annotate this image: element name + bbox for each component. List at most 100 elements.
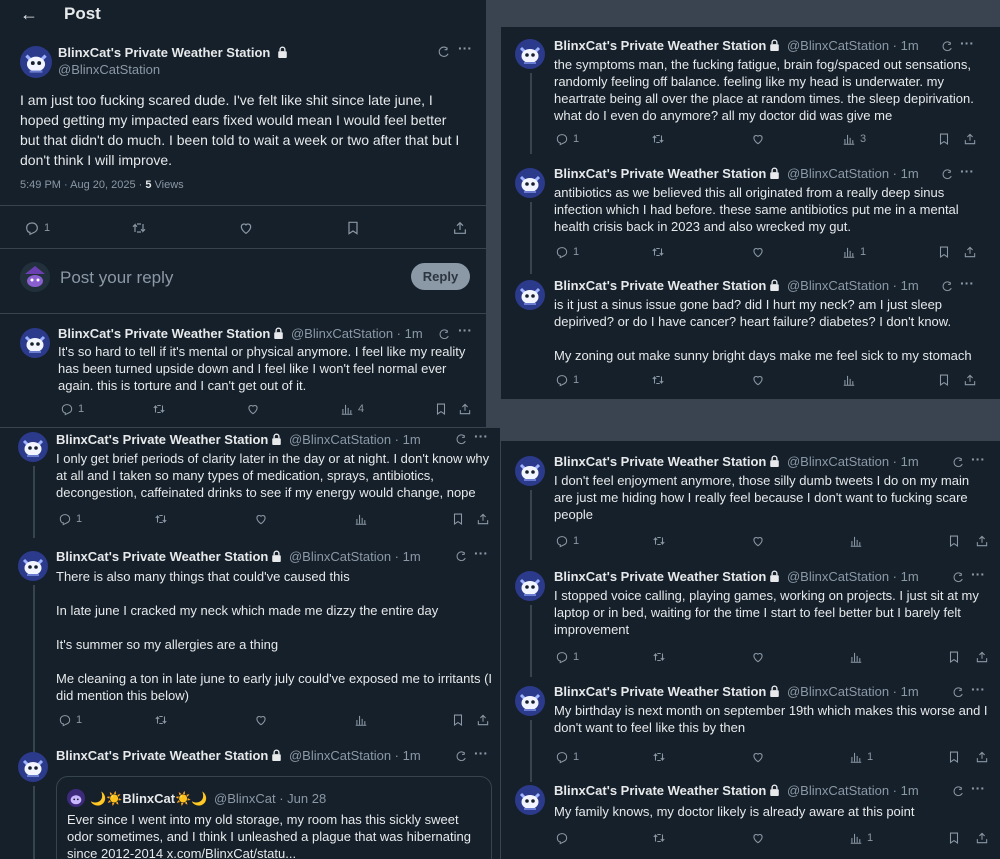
avatar[interactable]: [515, 785, 545, 815]
views-button[interactable]: 1: [849, 750, 873, 764]
reply-button[interactable]: 1: [58, 713, 82, 727]
like-button[interactable]: [751, 831, 765, 845]
grok-icon[interactable]: [941, 40, 954, 53]
more-icon[interactable]: ···: [971, 566, 985, 582]
views-button[interactable]: [849, 534, 863, 548]
repost-button[interactable]: [651, 245, 665, 259]
avatar[interactable]: [515, 571, 545, 601]
views-button[interactable]: 1: [849, 831, 873, 845]
avatar[interactable]: [515, 168, 545, 198]
views-button[interactable]: 1: [842, 245, 866, 259]
views-button[interactable]: [354, 713, 368, 727]
repost-button[interactable]: [152, 402, 166, 416]
reply-post[interactable]: BlinxCat's Private Weather Station @Blin…: [501, 680, 1000, 782]
reply-button[interactable]: 1: [555, 373, 579, 387]
share-button[interactable]: [975, 831, 989, 845]
author-handle[interactable]: @BlinxCatStation: [58, 62, 160, 77]
bookmark-button[interactable]: [434, 402, 448, 416]
reply-post[interactable]: BlinxCat's Private Weather Station @Blin…: [0, 745, 500, 859]
repost-button[interactable]: [154, 512, 168, 526]
reply-post[interactable]: BlinxCat's Private Weather Station @Blin…: [0, 428, 500, 538]
like-button[interactable]: [254, 512, 268, 526]
reply-button[interactable]: 1: [555, 650, 579, 664]
more-icon[interactable]: ···: [971, 681, 985, 697]
bookmark-button[interactable]: [947, 650, 961, 664]
share-button[interactable]: [963, 245, 977, 259]
reply-submit-button[interactable]: Reply: [411, 263, 470, 290]
avatar[interactable]: [20, 46, 52, 78]
avatar[interactable]: [18, 432, 48, 462]
like-button[interactable]: [751, 750, 765, 764]
bookmark-button[interactable]: [451, 512, 465, 526]
share-button[interactable]: [476, 713, 490, 727]
repost-button[interactable]: [131, 220, 147, 236]
grok-icon[interactable]: [952, 456, 965, 469]
more-icon[interactable]: ···: [960, 35, 974, 51]
reply-post[interactable]: BlinxCat's Private Weather Station @Blin…: [501, 441, 1000, 560]
bookmark-button[interactable]: [451, 713, 465, 727]
grok-icon[interactable]: [941, 280, 954, 293]
bookmark-button[interactable]: [937, 373, 951, 387]
reply-button[interactable]: 1: [58, 512, 82, 526]
reply-post[interactable]: BlinxCat's Private Weather Station @Blin…: [501, 779, 1000, 859]
repost-button[interactable]: [652, 750, 666, 764]
more-icon[interactable]: ···: [960, 275, 974, 291]
bookmark-button[interactable]: [937, 132, 951, 146]
grok-icon[interactable]: [941, 168, 954, 181]
grok-icon[interactable]: [952, 571, 965, 584]
more-icon[interactable]: ···: [474, 428, 488, 444]
more-icon[interactable]: ···: [458, 322, 472, 338]
grok-icon[interactable]: [952, 686, 965, 699]
more-icon[interactable]: ···: [474, 745, 488, 761]
reply-post[interactable]: BlinxCat's Private Weather Station @Blin…: [501, 565, 1000, 677]
like-button[interactable]: [751, 650, 765, 664]
avatar[interactable]: [515, 39, 545, 69]
reply-post[interactable]: BlinxCat's Private Weather Station @Blin…: [501, 162, 1000, 274]
repost-button[interactable]: [652, 650, 666, 664]
avatar[interactable]: [18, 752, 48, 782]
reply-post[interactable]: BlinxCat's Private Weather Station @Blin…: [501, 27, 1000, 154]
more-icon[interactable]: ···: [960, 163, 974, 179]
like-button[interactable]: [238, 220, 254, 236]
more-icon[interactable]: ···: [458, 40, 472, 56]
more-icon[interactable]: ···: [971, 780, 985, 796]
bookmark-button[interactable]: [947, 534, 961, 548]
avatar[interactable]: [515, 456, 545, 486]
quote-card[interactable]: 🌙☀️BlinxCat☀️🌙 @BlinxCat · Jun 28 Ever s…: [56, 776, 492, 859]
grok-icon[interactable]: [952, 785, 965, 798]
repost-button[interactable]: [651, 373, 665, 387]
avatar[interactable]: [515, 686, 545, 716]
like-button[interactable]: [254, 713, 268, 727]
views-button[interactable]: 4: [340, 402, 364, 416]
share-button[interactable]: [975, 750, 989, 764]
post-author[interactable]: BlinxCat's Private Weather Station: [58, 45, 291, 60]
reply-button[interactable]: [555, 831, 569, 845]
bookmark-button[interactable]: [345, 220, 361, 236]
share-button[interactable]: [963, 373, 977, 387]
share-button[interactable]: [476, 512, 490, 526]
avatar[interactable]: [20, 328, 50, 358]
grok-icon[interactable]: [438, 328, 451, 341]
like-button[interactable]: [751, 132, 765, 146]
like-button[interactable]: [246, 402, 260, 416]
views-button[interactable]: [842, 373, 856, 387]
grok-icon[interactable]: [455, 550, 468, 563]
reply-post[interactable]: BlinxCat's Private Weather Station @Blin…: [501, 274, 1000, 399]
repost-button[interactable]: [154, 713, 168, 727]
reply-button[interactable]: 1: [555, 245, 579, 259]
share-button[interactable]: [975, 650, 989, 664]
reply-button[interactable]: 1: [555, 132, 579, 146]
like-button[interactable]: [751, 245, 765, 259]
bookmark-button[interactable]: [947, 831, 961, 845]
grok-icon[interactable]: [455, 750, 468, 763]
grok-icon[interactable]: [455, 433, 468, 446]
more-icon[interactable]: ···: [971, 451, 985, 467]
reply-button[interactable]: 1: [555, 534, 579, 548]
reply-post[interactable]: BlinxCat's Private Weather Station @Blin…: [0, 322, 486, 427]
share-button[interactable]: [452, 220, 468, 236]
reply-input[interactable]: Post your reply: [60, 268, 173, 288]
reply-button[interactable]: 1: [555, 750, 579, 764]
avatar[interactable]: [515, 280, 545, 310]
repost-button[interactable]: [652, 534, 666, 548]
share-button[interactable]: [458, 402, 472, 416]
